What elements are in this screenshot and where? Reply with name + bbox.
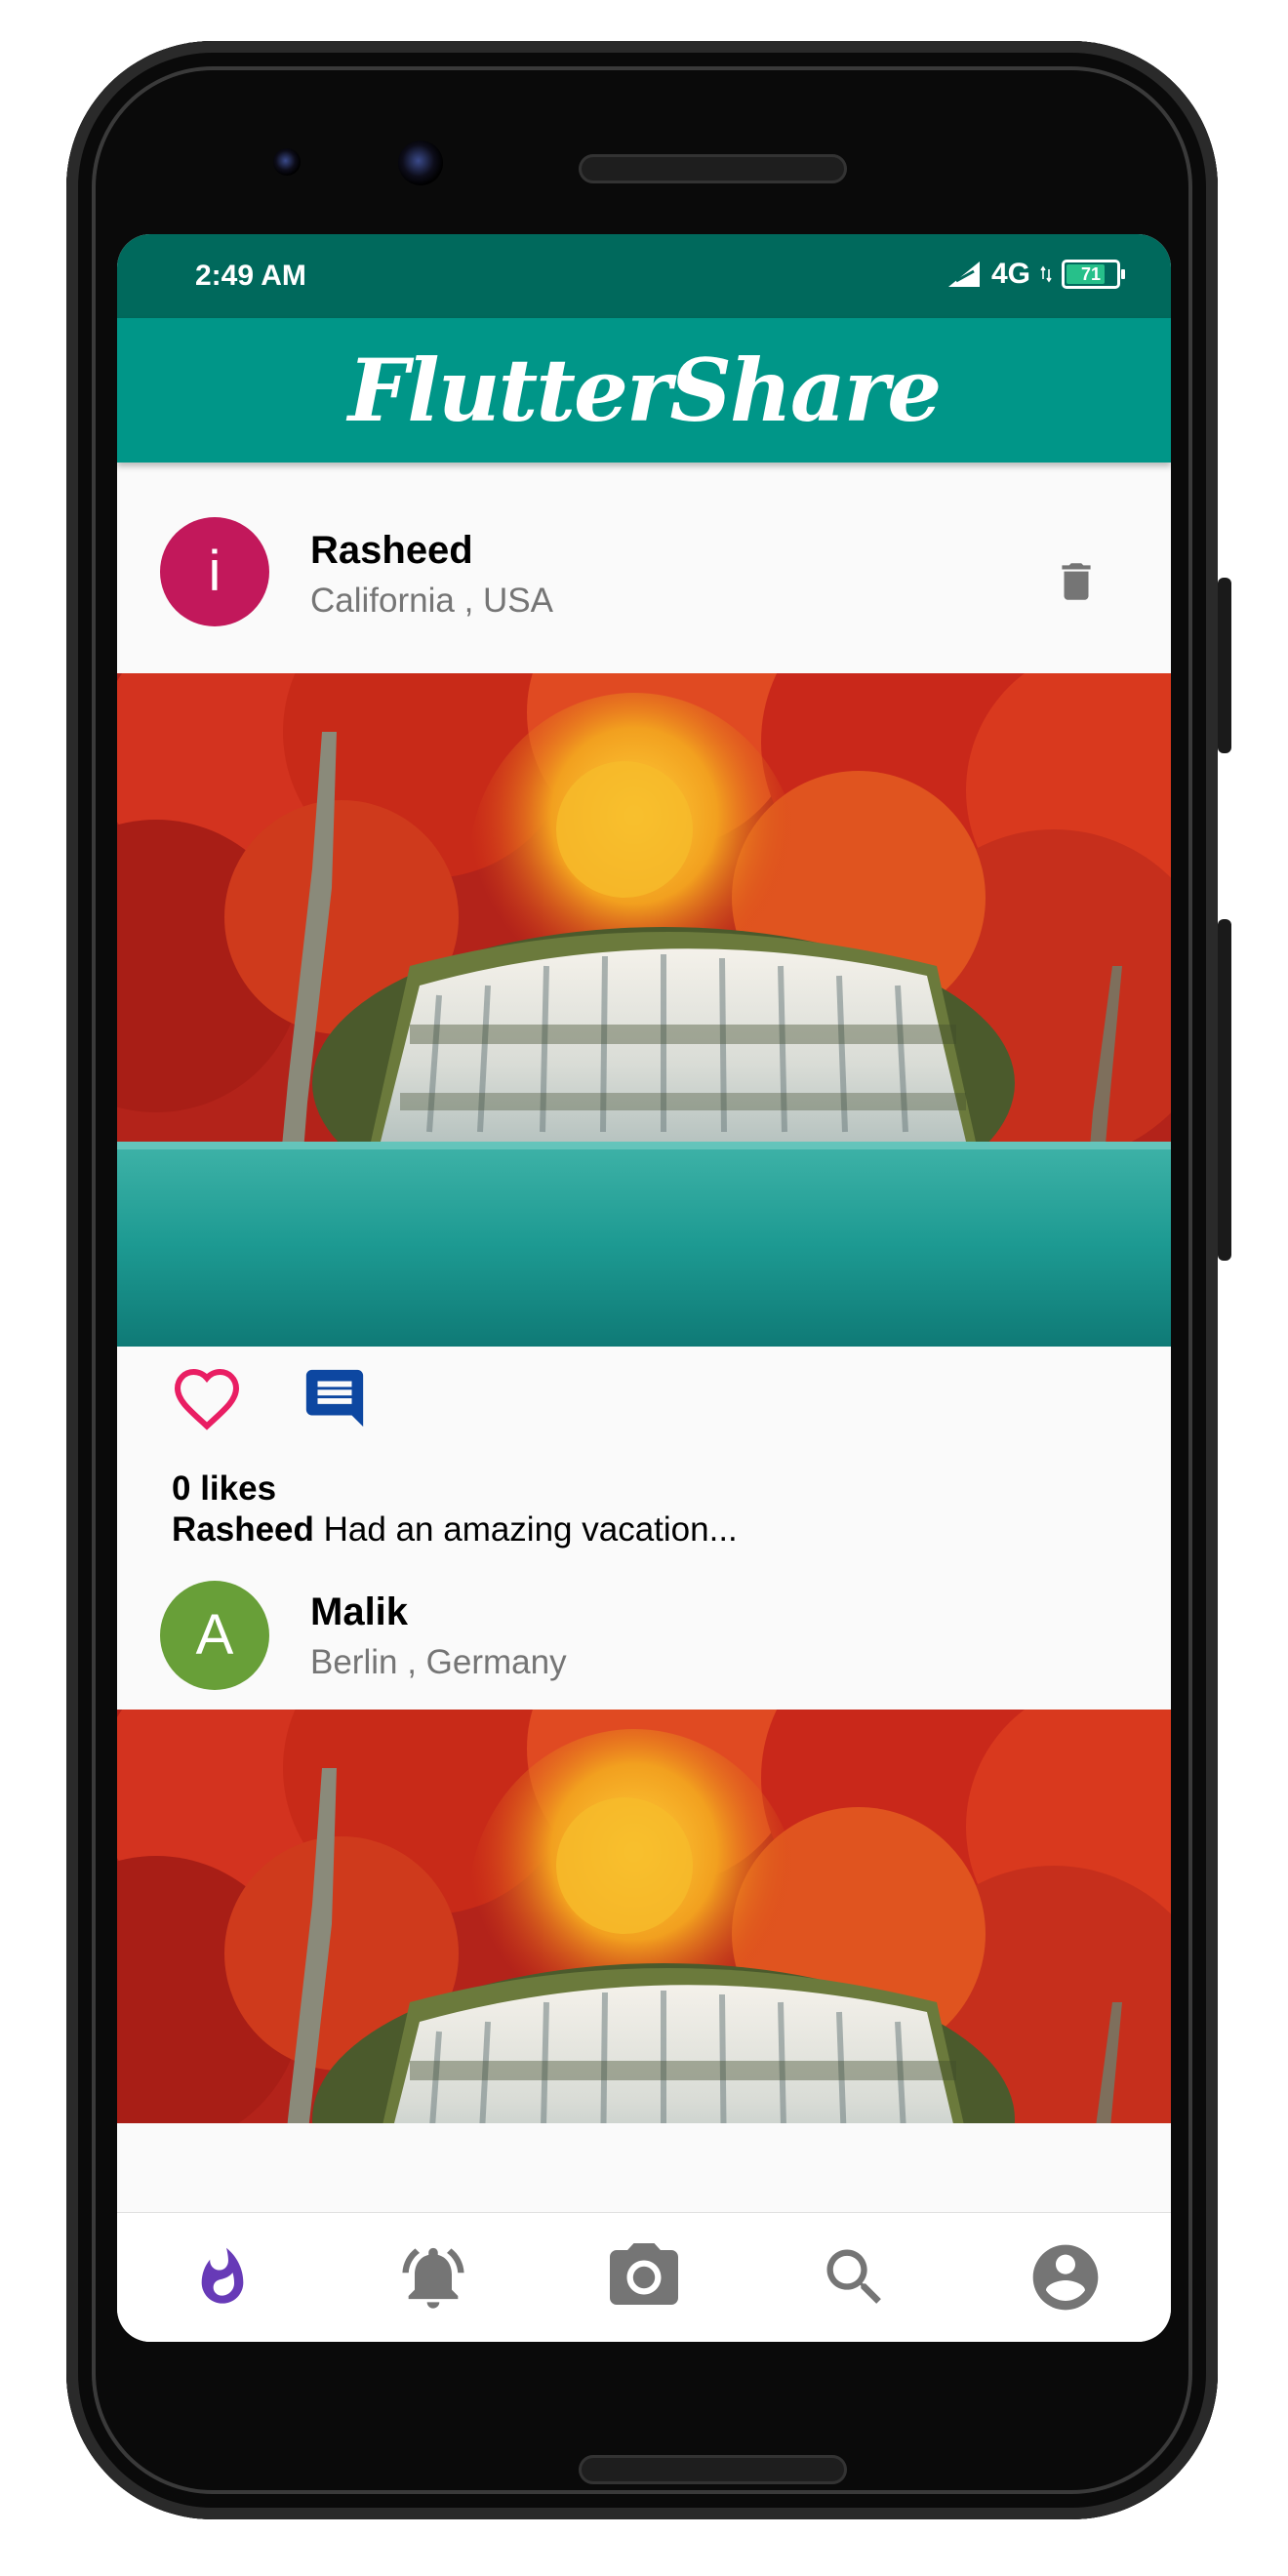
front-camera bbox=[273, 148, 301, 176]
post-location: California , USA bbox=[310, 582, 553, 620]
post-header: A Malik Berlin , Germany bbox=[117, 1577, 1171, 1710]
data-arrows-icon bbox=[1040, 265, 1052, 283]
app-screen: 2:49 AM 4G 71 FlutterShare i Rasheed Cal… bbox=[117, 234, 1171, 2342]
bottom-speaker bbox=[579, 2455, 847, 2484]
power-button bbox=[1218, 578, 1231, 753]
delete-icon[interactable] bbox=[1052, 554, 1101, 609]
post-image[interactable] bbox=[117, 1710, 1171, 2123]
network-type: 4G bbox=[990, 258, 1030, 290]
waterfall-photo bbox=[117, 1710, 1171, 2123]
avatar[interactable]: A bbox=[160, 1581, 269, 1690]
avatar[interactable]: i bbox=[160, 517, 269, 626]
nav-profile[interactable] bbox=[1007, 2219, 1124, 2336]
app-bar: FlutterShare bbox=[117, 318, 1171, 463]
battery-icon: 71 bbox=[1062, 260, 1125, 289]
waterfall-photo bbox=[117, 673, 1171, 1347]
earpiece-speaker bbox=[579, 154, 847, 183]
signal-icon bbox=[947, 262, 980, 287]
post-actions bbox=[117, 1347, 1171, 1483]
status-bar: 2:49 AM 4G 71 bbox=[117, 234, 1171, 318]
comment-icon[interactable] bbox=[301, 1364, 369, 1432]
bottom-navigation bbox=[117, 2212, 1171, 2342]
caption-text: Had an amazing vacation... bbox=[323, 1510, 738, 1549]
account-circle-icon bbox=[1032, 2244, 1099, 2311]
post-location: Berlin , Germany bbox=[310, 1643, 567, 1681]
front-camera-secondary bbox=[398, 141, 443, 185]
post-footer: 0 likes Rasheed Had an amazing vacation.… bbox=[117, 1469, 1171, 1577]
post-caption: Rasheed Had an amazing vacation... bbox=[172, 1510, 738, 1550]
search-icon bbox=[826, 2249, 881, 2304]
photo-camera-icon bbox=[610, 2243, 678, 2305]
whatshot-icon bbox=[201, 2247, 244, 2304]
nav-notifications[interactable] bbox=[375, 2219, 492, 2336]
nav-timeline[interactable] bbox=[164, 2219, 281, 2336]
status-time: 2:49 AM bbox=[195, 260, 306, 292]
post-username[interactable]: Rasheed bbox=[310, 529, 473, 573]
likes-count: 0 likes bbox=[172, 1469, 277, 1508]
avatar-letter: i bbox=[208, 540, 221, 603]
like-icon[interactable] bbox=[172, 1366, 242, 1430]
post: i Rasheed California , USA 0 likes Rashe… bbox=[117, 463, 1171, 1577]
post-image[interactable] bbox=[117, 673, 1171, 1347]
post: A Malik Berlin , Germany bbox=[117, 1577, 1171, 2123]
post-username[interactable]: Malik bbox=[310, 1590, 408, 1634]
caption-username[interactable]: Rasheed bbox=[172, 1510, 314, 1549]
notifications-active-icon bbox=[402, 2247, 464, 2309]
volume-button bbox=[1218, 919, 1231, 1261]
status-indicators: 4G 71 bbox=[946, 258, 1125, 291]
avatar-letter: A bbox=[195, 1603, 234, 1667]
battery-level: 71 bbox=[1080, 264, 1102, 284]
app-title: FlutterShare bbox=[347, 340, 942, 441]
post-header: i Rasheed California , USA bbox=[117, 463, 1171, 673]
nav-search[interactable] bbox=[796, 2219, 913, 2336]
nav-upload[interactable] bbox=[585, 2219, 703, 2336]
